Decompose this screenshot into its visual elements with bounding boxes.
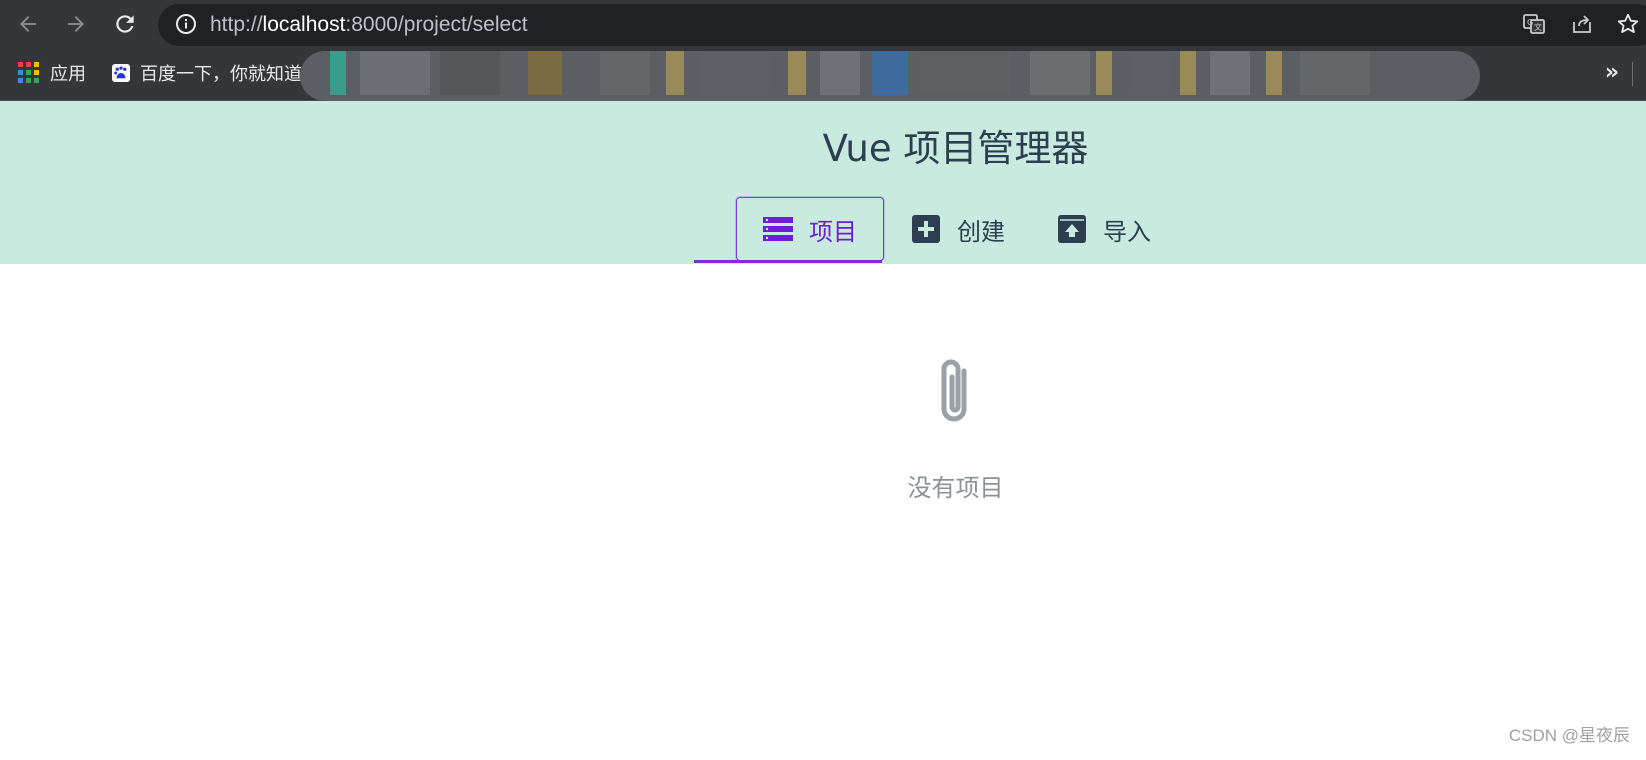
reload-button[interactable]	[109, 8, 141, 40]
bookmark-apps-label: 应用	[50, 64, 86, 84]
bookmarks-overflow-button[interactable]: »	[1598, 58, 1626, 88]
tab-projects-label: 项目	[809, 217, 857, 246]
url-text[interactable]: http://localhost:8000/project/select	[210, 10, 528, 40]
tab-import-label: 导入	[1103, 217, 1151, 246]
share-icon	[1573, 15, 1591, 33]
reload-icon	[116, 15, 134, 33]
url-scheme: http://	[210, 13, 263, 36]
active-tab-indicator	[694, 260, 882, 263]
redacted-bookmarks	[300, 51, 1480, 101]
arrow-right-icon	[68, 16, 84, 32]
tab-create-label: 创建	[957, 217, 1005, 246]
list-icon	[763, 214, 793, 244]
site-info-button[interactable]	[174, 12, 198, 40]
translate-icon: G 文	[1523, 14, 1545, 34]
svg-text:G: G	[1527, 18, 1533, 27]
apps-grid-icon	[18, 62, 39, 83]
bookmark-baidu[interactable]: 百度一下，你就知道	[112, 58, 302, 88]
baidu-paw-icon	[112, 64, 130, 82]
watermark: CSDN @星夜辰	[1508, 726, 1630, 745]
arrow-left-icon	[20, 16, 36, 32]
bookmark-baidu-label: 百度一下，你就知道	[140, 64, 302, 84]
star-icon	[1617, 13, 1639, 33]
browser-toolbar: http://localhost:8000/project/select G 文	[0, 0, 1646, 48]
app-header: Vue 项目管理器 项目 创建 导入	[0, 101, 1646, 264]
url-path: :8000/project/select	[345, 13, 528, 36]
paperclip-icon	[930, 357, 982, 429]
url-host: localhost	[262, 13, 346, 36]
upload-box-icon	[1057, 214, 1087, 244]
tab-import[interactable]: 导入	[1057, 197, 1151, 261]
tab-projects[interactable]: 项目	[736, 197, 884, 261]
bookmark-apps[interactable]: 应用	[18, 58, 86, 88]
page-title: Vue 项目管理器	[822, 127, 1089, 170]
translate-button[interactable]: G 文	[1520, 10, 1548, 38]
svg-text:文: 文	[1534, 22, 1542, 32]
empty-state-text: 没有项目	[907, 474, 1004, 502]
back-button[interactable]	[12, 8, 44, 40]
plus-box-icon	[911, 214, 941, 244]
info-circle-icon	[176, 14, 196, 34]
forward-button[interactable]	[60, 8, 92, 40]
share-button[interactable]	[1568, 10, 1596, 38]
tab-create[interactable]: 创建	[911, 197, 1005, 261]
bookmarks-divider	[1632, 62, 1633, 86]
bookmark-star-button[interactable]	[1614, 10, 1642, 38]
